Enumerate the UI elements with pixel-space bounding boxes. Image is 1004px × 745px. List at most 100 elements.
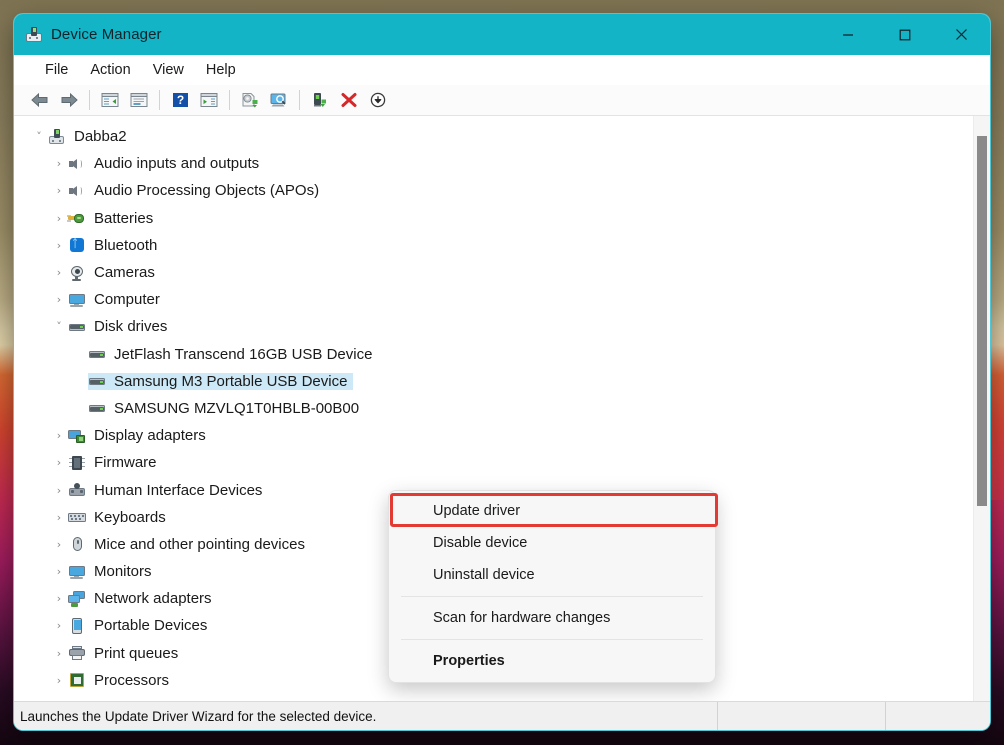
tree-item-disk-drives[interactable]: ˅ Disk drives (14, 313, 973, 340)
chevron-right-icon[interactable]: › (50, 240, 68, 251)
chevron-right-icon[interactable]: › (50, 620, 68, 631)
chevron-right-icon[interactable]: › (50, 593, 68, 604)
tree-item-root[interactable]: ˅ Dabba2 (14, 123, 973, 150)
chevron-right-icon[interactable]: › (50, 457, 68, 468)
tree-item-bluetooth[interactable]: › ᛏ Bluetooth (14, 232, 973, 259)
toolbar-separator (89, 90, 90, 110)
chevron-right-icon[interactable]: › (50, 213, 68, 224)
chevron-right-icon[interactable]: › (50, 648, 68, 659)
tree-item-label: Audio inputs and outputs (94, 155, 260, 173)
window-controls (819, 14, 990, 55)
chevron-down-icon[interactable]: ˅ (50, 321, 68, 332)
tree-item-label: Disk drives (94, 318, 168, 336)
firmware-chip-icon (68, 455, 86, 471)
tree-item-firmware[interactable]: › Firmware (14, 449, 973, 476)
tree-item-label: Bluetooth (94, 236, 158, 254)
monitor-icon (68, 292, 86, 308)
chevron-right-icon[interactable]: › (50, 675, 68, 686)
tree-item-computer[interactable]: › Computer (14, 286, 973, 313)
disk-drive-icon (88, 373, 106, 389)
tree-item-jetflash-transcend[interactable]: JetFlash Transcend 16GB USB Device (14, 341, 973, 368)
chevron-right-icon[interactable]: › (50, 485, 68, 496)
properties-window-icon[interactable] (125, 87, 153, 113)
context-menu-item-properties[interactable]: Properties (389, 645, 715, 677)
tree-item-audio-processing-objects[interactable]: › Audio Processing Objects (APOs) (14, 177, 973, 204)
show-hide-console-tree-icon[interactable] (96, 87, 124, 113)
mouse-icon (68, 536, 86, 552)
device-manager-window: Device Manager File Action View Help ? ˅… (14, 14, 990, 730)
tree-item-label: Batteries (94, 209, 154, 227)
close-button[interactable] (933, 14, 990, 55)
tree-item-label: Cameras (94, 264, 155, 282)
tree-view-area: ˅ Dabba2 › Audio inputs and outputs › Au… (14, 116, 990, 701)
tree-item-label: Keyboards (94, 508, 166, 526)
printer-icon (68, 645, 86, 661)
uninstall-device-icon[interactable] (335, 87, 363, 113)
chevron-right-icon[interactable]: › (50, 539, 68, 550)
tree-item-label: Print queues (94, 644, 179, 662)
disable-device-icon[interactable] (364, 87, 392, 113)
chevron-right-icon[interactable]: › (50, 294, 68, 305)
chevron-right-icon[interactable]: › (50, 512, 68, 523)
status-bar-text: Launches the Update Driver Wizard for th… (20, 708, 377, 724)
maximize-button[interactable] (876, 14, 933, 55)
tree-item-label: SAMSUNG MZVLQ1T0HBLB-00B00 (114, 399, 360, 417)
disk-drive-icon (88, 346, 106, 362)
tree-item-label: Processors (94, 671, 170, 689)
minimize-button[interactable] (819, 14, 876, 55)
context-menu-item-disable-device[interactable]: Disable device (389, 527, 715, 559)
forward-arrow-icon[interactable] (55, 87, 83, 113)
tree-item-audio-inputs-and-outputs[interactable]: › Audio inputs and outputs (14, 150, 973, 177)
processor-icon (68, 672, 86, 688)
menu-file[interactable]: File (34, 59, 79, 81)
menu-help[interactable]: Help (195, 59, 247, 81)
scrollbar-thumb[interactable] (977, 136, 987, 506)
context-menu-item-update-driver[interactable]: Update driver (389, 495, 715, 527)
tree-item-label: Portable Devices (94, 617, 208, 635)
tree-item-samsung-m3-portable[interactable]: Samsung M3 Portable USB Device (14, 368, 973, 395)
tree-item-label: Dabba2 (74, 128, 127, 146)
context-menu[interactable]: Update driver Disable device Uninstall d… (388, 490, 718, 683)
keyboard-icon (68, 509, 86, 525)
device-manager-icon (26, 26, 42, 43)
hid-icon (68, 482, 86, 498)
portable-device-icon (68, 617, 86, 634)
window-title: Device Manager (51, 26, 162, 43)
chevron-down-icon[interactable]: ˅ (30, 131, 48, 142)
title-bar: Device Manager (14, 14, 990, 55)
disk-drive-icon (88, 400, 106, 416)
toolbar-separator (229, 90, 230, 110)
toolbar-separator (159, 90, 160, 110)
tree-item-batteries[interactable]: › Batteries (14, 205, 973, 232)
tree-item-label: Network adapters (94, 590, 212, 608)
chevron-right-icon[interactable]: › (50, 430, 68, 441)
toolbar: ? (14, 85, 990, 116)
tree-item-label: Display adapters (94, 427, 206, 445)
status-bar-pane-3 (885, 702, 990, 730)
tree-item-samsung-mzvlq[interactable]: SAMSUNG MZVLQ1T0HBLB-00B00 (14, 395, 973, 422)
chevron-right-icon[interactable]: › (50, 185, 68, 196)
context-menu-item-uninstall-device[interactable]: Uninstall device (389, 559, 715, 591)
context-menu-item-scan-for-hardware-changes[interactable]: Scan for hardware changes (389, 602, 715, 634)
speaker-icon (68, 156, 86, 172)
monitor-icon (68, 564, 86, 580)
speaker-icon (68, 183, 86, 199)
help-icon[interactable]: ? (166, 87, 194, 113)
bluetooth-icon: ᛏ (68, 237, 86, 253)
show-action-pane-icon[interactable] (195, 87, 223, 113)
tree-item-display-adapters[interactable]: › Display adapters (14, 422, 973, 449)
scan-hardware-changes-icon[interactable] (265, 87, 293, 113)
chevron-right-icon[interactable]: › (50, 267, 68, 278)
chevron-right-icon[interactable]: › (50, 158, 68, 169)
enable-device-icon[interactable] (306, 87, 334, 113)
battery-icon (67, 210, 86, 226)
chevron-right-icon[interactable]: › (50, 566, 68, 577)
menu-action[interactable]: Action (79, 59, 141, 81)
menu-view[interactable]: View (142, 59, 195, 81)
vertical-scrollbar[interactable] (973, 116, 990, 701)
tree-item-cameras[interactable]: › Cameras (14, 259, 973, 286)
tree-item-label: JetFlash Transcend 16GB USB Device (114, 345, 373, 363)
context-menu-separator (401, 596, 703, 597)
back-arrow-icon[interactable] (26, 87, 54, 113)
update-driver-icon[interactable] (236, 87, 264, 113)
